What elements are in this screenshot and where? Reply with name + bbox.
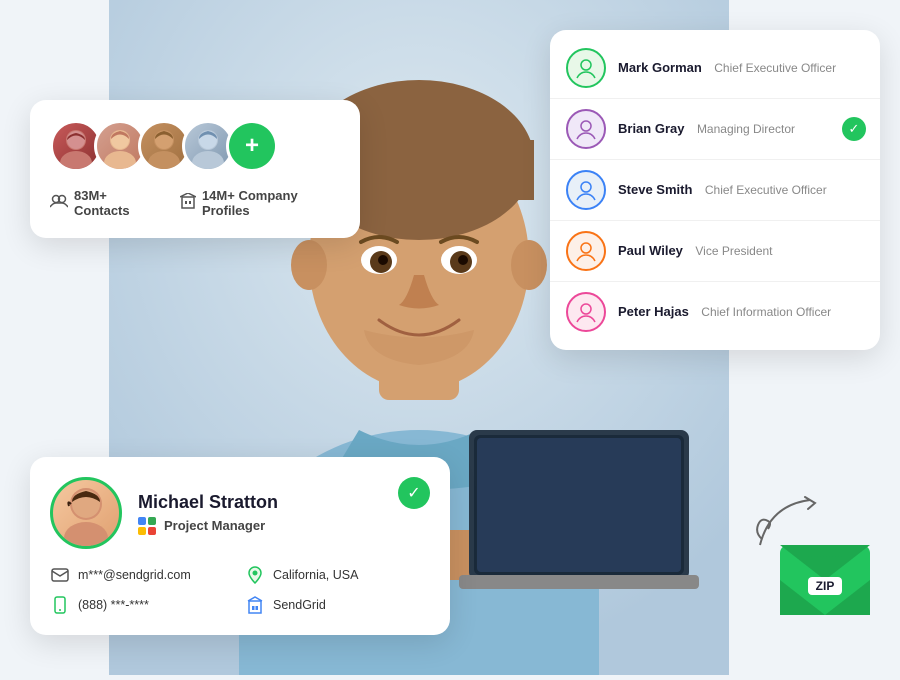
avatar-row: +: [50, 120, 340, 172]
company-count: 14M+ Company Profiles: [202, 188, 340, 218]
contact-info-3: Steve Smith Chief Executive Officer: [618, 181, 864, 199]
contact-name-5: Peter Hajas: [618, 304, 689, 319]
contact-avatar-5: [566, 292, 606, 332]
profile-header: Michael Stratton Project Manager ✓: [50, 477, 430, 549]
company-icon: [180, 193, 196, 214]
contact-title-5: Chief Information Officer: [701, 305, 831, 319]
contacts-stat: 83M+ Contacts: [50, 188, 160, 218]
contacts-icon: [50, 194, 68, 213]
location-value: California, USA: [273, 568, 358, 582]
profile-role-text: Project Manager: [164, 518, 265, 533]
profile-avatar: [50, 477, 122, 549]
contact-avatar-2: [566, 109, 606, 149]
phone-value: (888) ***-****: [78, 598, 149, 612]
contact-title-3: Chief Executive Officer: [705, 183, 827, 197]
contact-row-3[interactable]: Steve Smith Chief Executive Officer: [550, 160, 880, 221]
profile-text: Michael Stratton Project Manager: [138, 492, 278, 535]
profile-card: Michael Stratton Project Manager ✓ m: [30, 457, 450, 635]
contact-name-2: Brian Gray: [618, 121, 684, 136]
profile-phone: (888) ***-****: [50, 595, 235, 615]
location-icon: [245, 565, 265, 585]
check-badge-2: ✓: [842, 117, 866, 141]
contact-row-5[interactable]: Peter Hajas Chief Information Officer: [550, 282, 880, 342]
zip-lines: [808, 549, 842, 557]
zip-decoration: ZIP: [780, 545, 870, 615]
profile-company: SendGrid: [245, 595, 430, 615]
profile-role-row: Project Manager: [138, 517, 278, 535]
contact-name-3: Steve Smith: [618, 182, 692, 197]
profile-details: m***@sendgrid.com California, USA (888) …: [50, 565, 430, 615]
contact-avatar-4: [566, 231, 606, 271]
contact-row-2[interactable]: Brian Gray Managing Director ✓: [550, 99, 880, 160]
contact-name-1: Mark Gorman: [618, 60, 702, 75]
contact-name-4: Paul Wiley: [618, 243, 683, 258]
profile-name: Michael Stratton: [138, 492, 278, 513]
profile-email: m***@sendgrid.com: [50, 565, 235, 585]
phone-icon: [50, 595, 70, 615]
contact-avatar-3: [566, 170, 606, 210]
contact-title-1: Chief Executive Officer: [714, 61, 836, 75]
avatar-add: +: [226, 120, 278, 172]
email-icon: [50, 565, 70, 585]
zip-envelope: ZIP: [780, 545, 870, 615]
stats-row: 83M+ Contacts 14M+ Company Profiles: [50, 188, 340, 218]
profile-verified-badge: ✓: [398, 477, 430, 509]
profile-location: California, USA: [245, 565, 430, 585]
contact-title-4: Vice President: [695, 244, 772, 258]
contact-row-1[interactable]: Mark Gorman Chief Executive Officer: [550, 38, 880, 99]
zip-label: ZIP: [808, 577, 843, 595]
contacts-summary-card: + 83M+ Contacts 14M+: [30, 100, 360, 238]
contact-info-5: Peter Hajas Chief Information Officer: [618, 303, 864, 321]
contacts-list-card: Mark Gorman Chief Executive Officer Bria…: [550, 30, 880, 350]
add-contact-button[interactable]: +: [229, 123, 275, 169]
company-value: SendGrid: [273, 598, 326, 612]
contact-info-1: Mark Gorman Chief Executive Officer: [618, 59, 864, 77]
email-value: m***@sendgrid.com: [78, 568, 191, 582]
contact-title-2: Managing Director: [697, 122, 795, 136]
contact-avatar-1: [566, 48, 606, 88]
contacts-count: 83M+ Contacts: [74, 188, 160, 218]
role-icon: [138, 517, 156, 535]
contact-row-4[interactable]: Paul Wiley Vice President: [550, 221, 880, 282]
contact-info-4: Paul Wiley Vice President: [618, 242, 864, 260]
company-stat: 14M+ Company Profiles: [180, 188, 340, 218]
company-building-icon: [245, 595, 265, 615]
contact-info-2: Brian Gray Managing Director: [618, 120, 864, 138]
